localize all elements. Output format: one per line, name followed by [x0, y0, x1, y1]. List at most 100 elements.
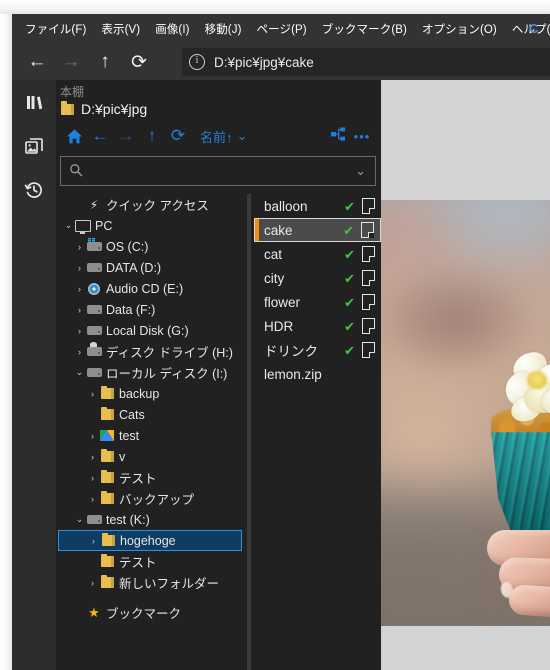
images-icon: [24, 136, 44, 156]
twisty-icon[interactable]: ›: [73, 242, 86, 252]
tree-item-audio-cd-e[interactable]: › Audio CD (E:): [56, 278, 244, 299]
tree-item-label: Audio CD (E:): [106, 281, 184, 296]
tree-item-os-c[interactable]: › OS (C:): [56, 236, 244, 257]
tree-item-new-folder[interactable]: › 新しいフォルダー: [56, 572, 244, 593]
twisty-icon[interactable]: ›: [86, 431, 99, 441]
browser-back-icon[interactable]: ←: [87, 123, 113, 149]
folder-icon: [99, 553, 115, 569]
sidebar-item-images[interactable]: [12, 124, 56, 168]
menu-item-go[interactable]: 移動(J): [205, 21, 242, 37]
file-name: ドリンク: [264, 344, 318, 359]
browser-up-icon[interactable]: ↑: [139, 123, 165, 149]
browser-forward-icon[interactable]: →: [113, 123, 139, 149]
preview-image: [381, 200, 550, 626]
tree-item-v[interactable]: › v: [56, 446, 244, 467]
address-input[interactable]: i D:¥pic¥jpg¥cake: [182, 48, 550, 76]
folder-icon: [99, 448, 115, 464]
tree-item-test-gdrive[interactable]: › test: [56, 425, 244, 446]
list-item[interactable]: balloon ✔: [254, 194, 381, 218]
menu-bar: ファイル(F) 表示(V) 画像(I) 移動(J) ページ(P) ブックマーク(…: [12, 14, 550, 44]
list-item[interactable]: city ✔: [254, 266, 381, 290]
reload-icon[interactable]: ⟳: [124, 47, 154, 77]
file-name: HDR: [264, 318, 294, 334]
sidebar-item-history[interactable]: [12, 168, 56, 212]
tree-item-bookmark[interactable]: ★ ブックマーク: [56, 602, 244, 623]
tree-item-hogehoge[interactable]: › hogehoge: [58, 530, 242, 551]
tree-item-label: Cats: [119, 407, 145, 422]
application-window: ファイル(F) 表示(V) 画像(I) 移動(J) ページ(P) ブックマーク(…: [12, 14, 550, 670]
browser-refresh-icon[interactable]: ⟳: [165, 123, 191, 149]
screen: ファイル(F) 表示(V) 画像(I) 移動(J) ページ(P) ブックマーク(…: [0, 0, 550, 670]
menu-item-page[interactable]: ページ(P): [257, 21, 307, 37]
arrow-up-icon[interactable]: ↑: [90, 47, 120, 77]
panel-splitter[interactable]: [247, 194, 251, 670]
browser-panel: 本棚 D:¥pic¥jpg ← → ↑ ⟳ 名前↑ ⌄ ••• ⌄ ⚡ クイック…: [56, 80, 381, 670]
share-icon[interactable]: [330, 126, 346, 147]
tree-item-label: OS (C:): [106, 239, 149, 254]
address-toolbar: ← → ↑ ⟳ i D:¥pic¥jpg¥cake: [12, 44, 550, 80]
tree-item-pc[interactable]: ⌄ PC: [56, 215, 244, 236]
file-list[interactable]: balloon ✔ cake ✔ cat ✔ city ✔ flower ✔ H…: [254, 194, 381, 670]
list-item[interactable]: lemon.zip: [254, 362, 381, 386]
drive-icon: [86, 303, 102, 317]
tree-item-data-f[interactable]: › Data (F:): [56, 299, 244, 320]
search-chevron-down-icon[interactable]: ⌄: [355, 163, 366, 179]
tree-item-quick-access[interactable]: ⚡ クイック アクセス: [56, 194, 244, 215]
tree-item-data-d[interactable]: › DATA (D:): [56, 257, 244, 278]
check-icon: ✔: [343, 222, 354, 238]
document-icon: [362, 198, 376, 215]
tree-item-label: テスト: [119, 556, 157, 570]
search-input[interactable]: ⌄: [60, 156, 376, 186]
more-options-icon[interactable]: •••: [349, 123, 375, 149]
tree-item-tesuto-2[interactable]: テスト: [56, 551, 244, 572]
tree-item-local-disk-i[interactable]: ⌄ ローカル ディスク (I:): [56, 362, 244, 383]
twisty-icon[interactable]: ›: [86, 452, 99, 462]
menu-item-image[interactable]: 画像(I): [155, 21, 189, 37]
tree-item-local-disk-g[interactable]: › Local Disk (G:): [56, 320, 244, 341]
twisty-icon[interactable]: ›: [73, 347, 86, 357]
twisty-icon[interactable]: ⌄: [73, 367, 86, 378]
home-icon[interactable]: [61, 123, 87, 149]
document-icon: [362, 270, 376, 287]
twisty-icon[interactable]: ›: [73, 284, 86, 294]
twisty-icon[interactable]: ›: [73, 305, 86, 315]
twisty-icon[interactable]: ›: [86, 494, 99, 504]
tree-item-label: ブックマーク: [106, 607, 182, 621]
sort-order-label: 名前↑: [200, 129, 233, 145]
menu-item-file[interactable]: ファイル(F): [25, 21, 86, 37]
twisty-icon[interactable]: ⌄: [62, 220, 75, 231]
sidebar-item-library[interactable]: [12, 80, 56, 124]
twisty-icon[interactable]: ⌄: [73, 514, 86, 525]
twisty-icon[interactable]: ›: [86, 473, 99, 483]
arrow-right-icon[interactable]: →: [56, 47, 86, 77]
tree-item-test-k[interactable]: ⌄ test (K:): [56, 509, 244, 530]
browser-toolbar: ← → ↑ ⟳ 名前↑ ⌄ •••: [56, 122, 381, 150]
tree-item-tesuto[interactable]: › テスト: [56, 467, 244, 488]
twisty-icon[interactable]: ›: [86, 389, 99, 399]
sort-order-button[interactable]: 名前↑ ⌄: [200, 127, 247, 146]
tree-item-label: テスト: [119, 472, 157, 486]
document-icon: [362, 294, 376, 311]
menu-item-view[interactable]: 表示(V): [101, 21, 140, 37]
arrow-left-icon[interactable]: ←: [22, 47, 52, 77]
twisty-icon[interactable]: ›: [86, 578, 99, 588]
image-viewer[interactable]: [381, 80, 550, 670]
tree-item-cats[interactable]: Cats: [56, 404, 244, 425]
list-item[interactable]: flower ✔: [254, 290, 381, 314]
list-item[interactable]: ドリンク ✔: [254, 338, 381, 362]
tree-item-backup[interactable]: › backup: [56, 383, 244, 404]
list-item[interactable]: cake ✔: [254, 218, 381, 242]
folder-tree[interactable]: ⚡ クイック アクセス ⌄ PC › OS (C:) › DATA (D:) ›…: [56, 194, 244, 670]
menu-item-bookmark[interactable]: ブックマーク(B): [322, 21, 407, 37]
tree-item-label: ローカル ディスク (I:): [106, 367, 228, 381]
list-item[interactable]: cat ✔: [254, 242, 381, 266]
twisty-icon[interactable]: ›: [73, 326, 86, 336]
check-icon: ✔: [344, 318, 355, 334]
menu-item-options[interactable]: オプション(O): [422, 21, 497, 37]
tree-item-disk-drive-h[interactable]: › ディスク ドライブ (H:): [56, 341, 244, 362]
list-item[interactable]: HDR ✔: [254, 314, 381, 338]
twisty-icon[interactable]: ›: [73, 263, 86, 273]
tree-item-backup-jp[interactable]: › バックアップ: [56, 488, 244, 509]
twisty-icon[interactable]: ›: [87, 536, 100, 546]
breadcrumb[interactable]: D:¥pic¥jpg: [61, 101, 147, 117]
